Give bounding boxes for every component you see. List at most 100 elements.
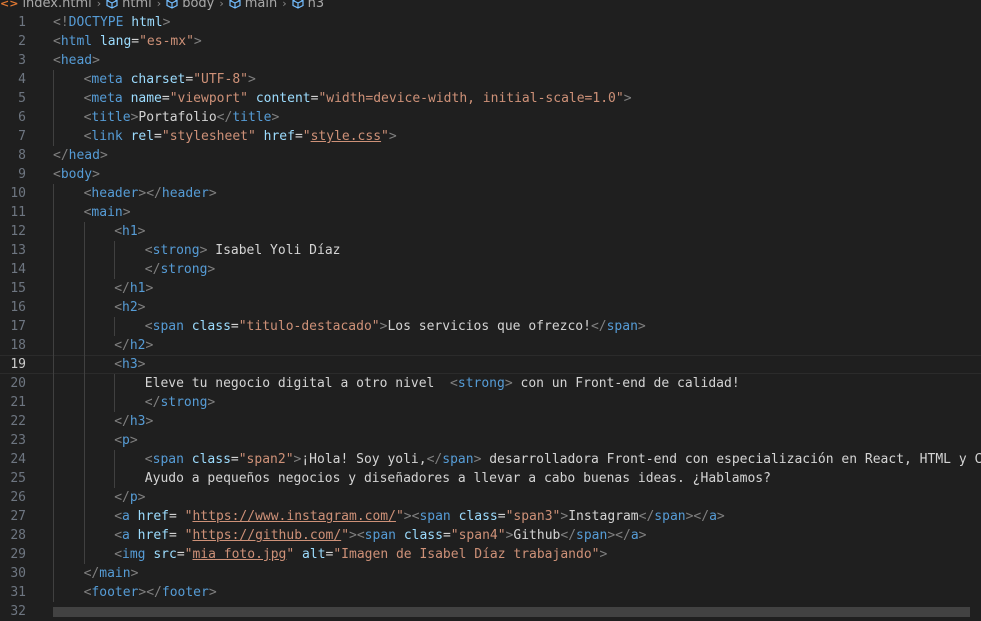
code-token: >: [162, 15, 171, 30]
line-number: 32: [10, 604, 26, 619]
code-token: span: [152, 452, 184, 467]
code-token: a: [630, 528, 639, 543]
code-text: <link rel="stylesheet" href="style.css">: [84, 127, 397, 146]
indent-guide: [53, 412, 54, 431]
code-line[interactable]: 21 </strong>: [0, 393, 981, 412]
code-token: >: [599, 547, 608, 562]
indent-guide: [53, 564, 54, 583]
code-line[interactable]: 10 <header></header>: [0, 184, 981, 203]
code-line[interactable]: 9 <body>: [0, 165, 981, 184]
code-token: src: [153, 547, 177, 562]
symbol-element-icon: [166, 0, 178, 9]
code-line[interactable]: 24 <span class="span2">¡Hola! Soy yoli,</…: [0, 450, 981, 469]
line-number: 9: [18, 167, 26, 182]
code-line[interactable]: 12 <h1>: [0, 222, 981, 241]
code-token: "span3": [505, 509, 561, 524]
code-token: span: [606, 319, 638, 334]
indent-guide: [83, 260, 85, 279]
code-line[interactable]: 25 Ayudo a pequeños negocios y diseñadore…: [0, 469, 981, 488]
breadcrumb-item-label: main: [244, 0, 278, 11]
line-number: 28: [10, 528, 26, 543]
code-token: >: [122, 205, 131, 220]
breadcrumb-file[interactable]: <> index.html: [0, 0, 92, 11]
chevron-right-icon: ›: [282, 0, 287, 10]
indent-guide: [83, 507, 85, 526]
code-token: a: [122, 528, 130, 543]
code-line[interactable]: 16 <h2>: [0, 298, 981, 317]
code-line[interactable]: 27 <a href= "https://www.instagram.com/">…: [0, 507, 981, 526]
code-line[interactable]: 29 <img src="mia foto.jpg" alt="Imagen de…: [0, 545, 981, 564]
code-token: link: [91, 129, 123, 144]
code-line[interactable]: 13 <strong> Isabel Yoli Díaz: [0, 241, 981, 260]
code-line[interactable]: 20 Eleve tu negocio digital a otro nivel …: [0, 374, 981, 393]
indent-guide: [53, 336, 54, 355]
breadcrumb-item-main[interactable]: main: [229, 0, 277, 11]
code-token: p: [129, 490, 138, 505]
code-line[interactable]: 30 </main>: [0, 564, 981, 583]
code-line[interactable]: 4 <meta charset="UTF-8">: [0, 70, 981, 89]
line-number: 1: [18, 15, 26, 30]
code-token: Instagram: [568, 509, 639, 524]
breadcrumb-item-body[interactable]: body: [166, 0, 214, 11]
code-token: desarrolladora Front-end con especializa…: [481, 452, 981, 467]
code-token: </: [53, 148, 69, 163]
code-editor[interactable]: 1 <!DOCTYPE html> 2 <html lang="es-mx"> 3 <he…: [0, 13, 981, 621]
code-line[interactable]: 5 <meta name="viewport" content="width=de…: [0, 89, 981, 108]
code-line[interactable]: 14 </strong>: [0, 260, 981, 279]
code-line[interactable]: 31 <footer></footer>: [0, 583, 981, 602]
code-token: ": [395, 509, 404, 524]
indent-guide: [53, 469, 54, 488]
line-number: 17: [10, 319, 26, 334]
code-line[interactable]: 7 <link rel="stylesheet" href="style.css"…: [0, 127, 981, 146]
symbol-element-icon: [292, 0, 304, 9]
code-token: span: [576, 528, 608, 543]
code-line[interactable]: 11 <main>: [0, 203, 981, 222]
code-token: strong: [160, 395, 208, 410]
code-line[interactable]: 17 <span class="titulo-destacado">Los ser…: [0, 317, 981, 336]
indent-guide: [53, 260, 54, 279]
horizontal-scrollbar[interactable]: [53, 607, 970, 617]
indent-guide: [83, 393, 85, 412]
code-token: href: [137, 528, 169, 543]
code-line[interactable]: 28 <a href= "https://github.com/"><span c…: [0, 526, 981, 545]
code-token: >: [99, 148, 108, 163]
code-token: <: [114, 433, 123, 448]
code-token: ": [341, 528, 350, 543]
code-line[interactable]: 15 </h1>: [0, 279, 981, 298]
line-number: 27: [10, 509, 26, 524]
code-line[interactable]: 19 <h3>: [0, 355, 981, 374]
code-token: p: [122, 433, 130, 448]
code-line[interactable]: 8 </head>: [0, 146, 981, 165]
code-line[interactable]: 6 <title>Portafolio</title>: [0, 108, 981, 127]
breadcrumb-item-h3[interactable]: h3: [292, 0, 324, 11]
code-token: "Imagen de Isabel Díaz trabajando": [333, 547, 600, 562]
code-token: footer: [161, 585, 209, 600]
code-text: <a href= "https://github.com/"><span cla…: [114, 526, 646, 545]
indent-guide: [53, 526, 54, 545]
code-text: </head>: [53, 146, 108, 165]
code-line[interactable]: 3 <head>: [0, 51, 981, 70]
code-token: class: [191, 452, 231, 467]
code-text: <img src="mia foto.jpg" alt="Imagen de I…: [114, 545, 607, 564]
line-number: 30: [10, 566, 26, 581]
code-token: strong: [457, 376, 505, 391]
code-line[interactable]: 23 <p>: [0, 431, 981, 450]
code-token: >: [208, 186, 217, 201]
indent-guide: [53, 298, 54, 317]
code-token: header: [91, 186, 139, 201]
code-line[interactable]: 22 </h3>: [0, 412, 981, 431]
code-line[interactable]: 26 </p>: [0, 488, 981, 507]
indent-guide: [53, 222, 54, 241]
code-token: https://www.instagram.com/: [192, 509, 396, 524]
code-token: >: [137, 300, 146, 315]
code-text: <!DOCTYPE html>: [53, 13, 170, 32]
code-token: a: [709, 509, 717, 524]
code-token: con un Front-end de calidad!: [512, 376, 740, 391]
code-line[interactable]: 1 <!DOCTYPE html>: [0, 13, 981, 32]
code-line[interactable]: 2 <html lang="es-mx">: [0, 32, 981, 51]
breadcrumb-item-html[interactable]: html: [106, 0, 152, 11]
code-line[interactable]: 18 </h2>: [0, 336, 981, 355]
